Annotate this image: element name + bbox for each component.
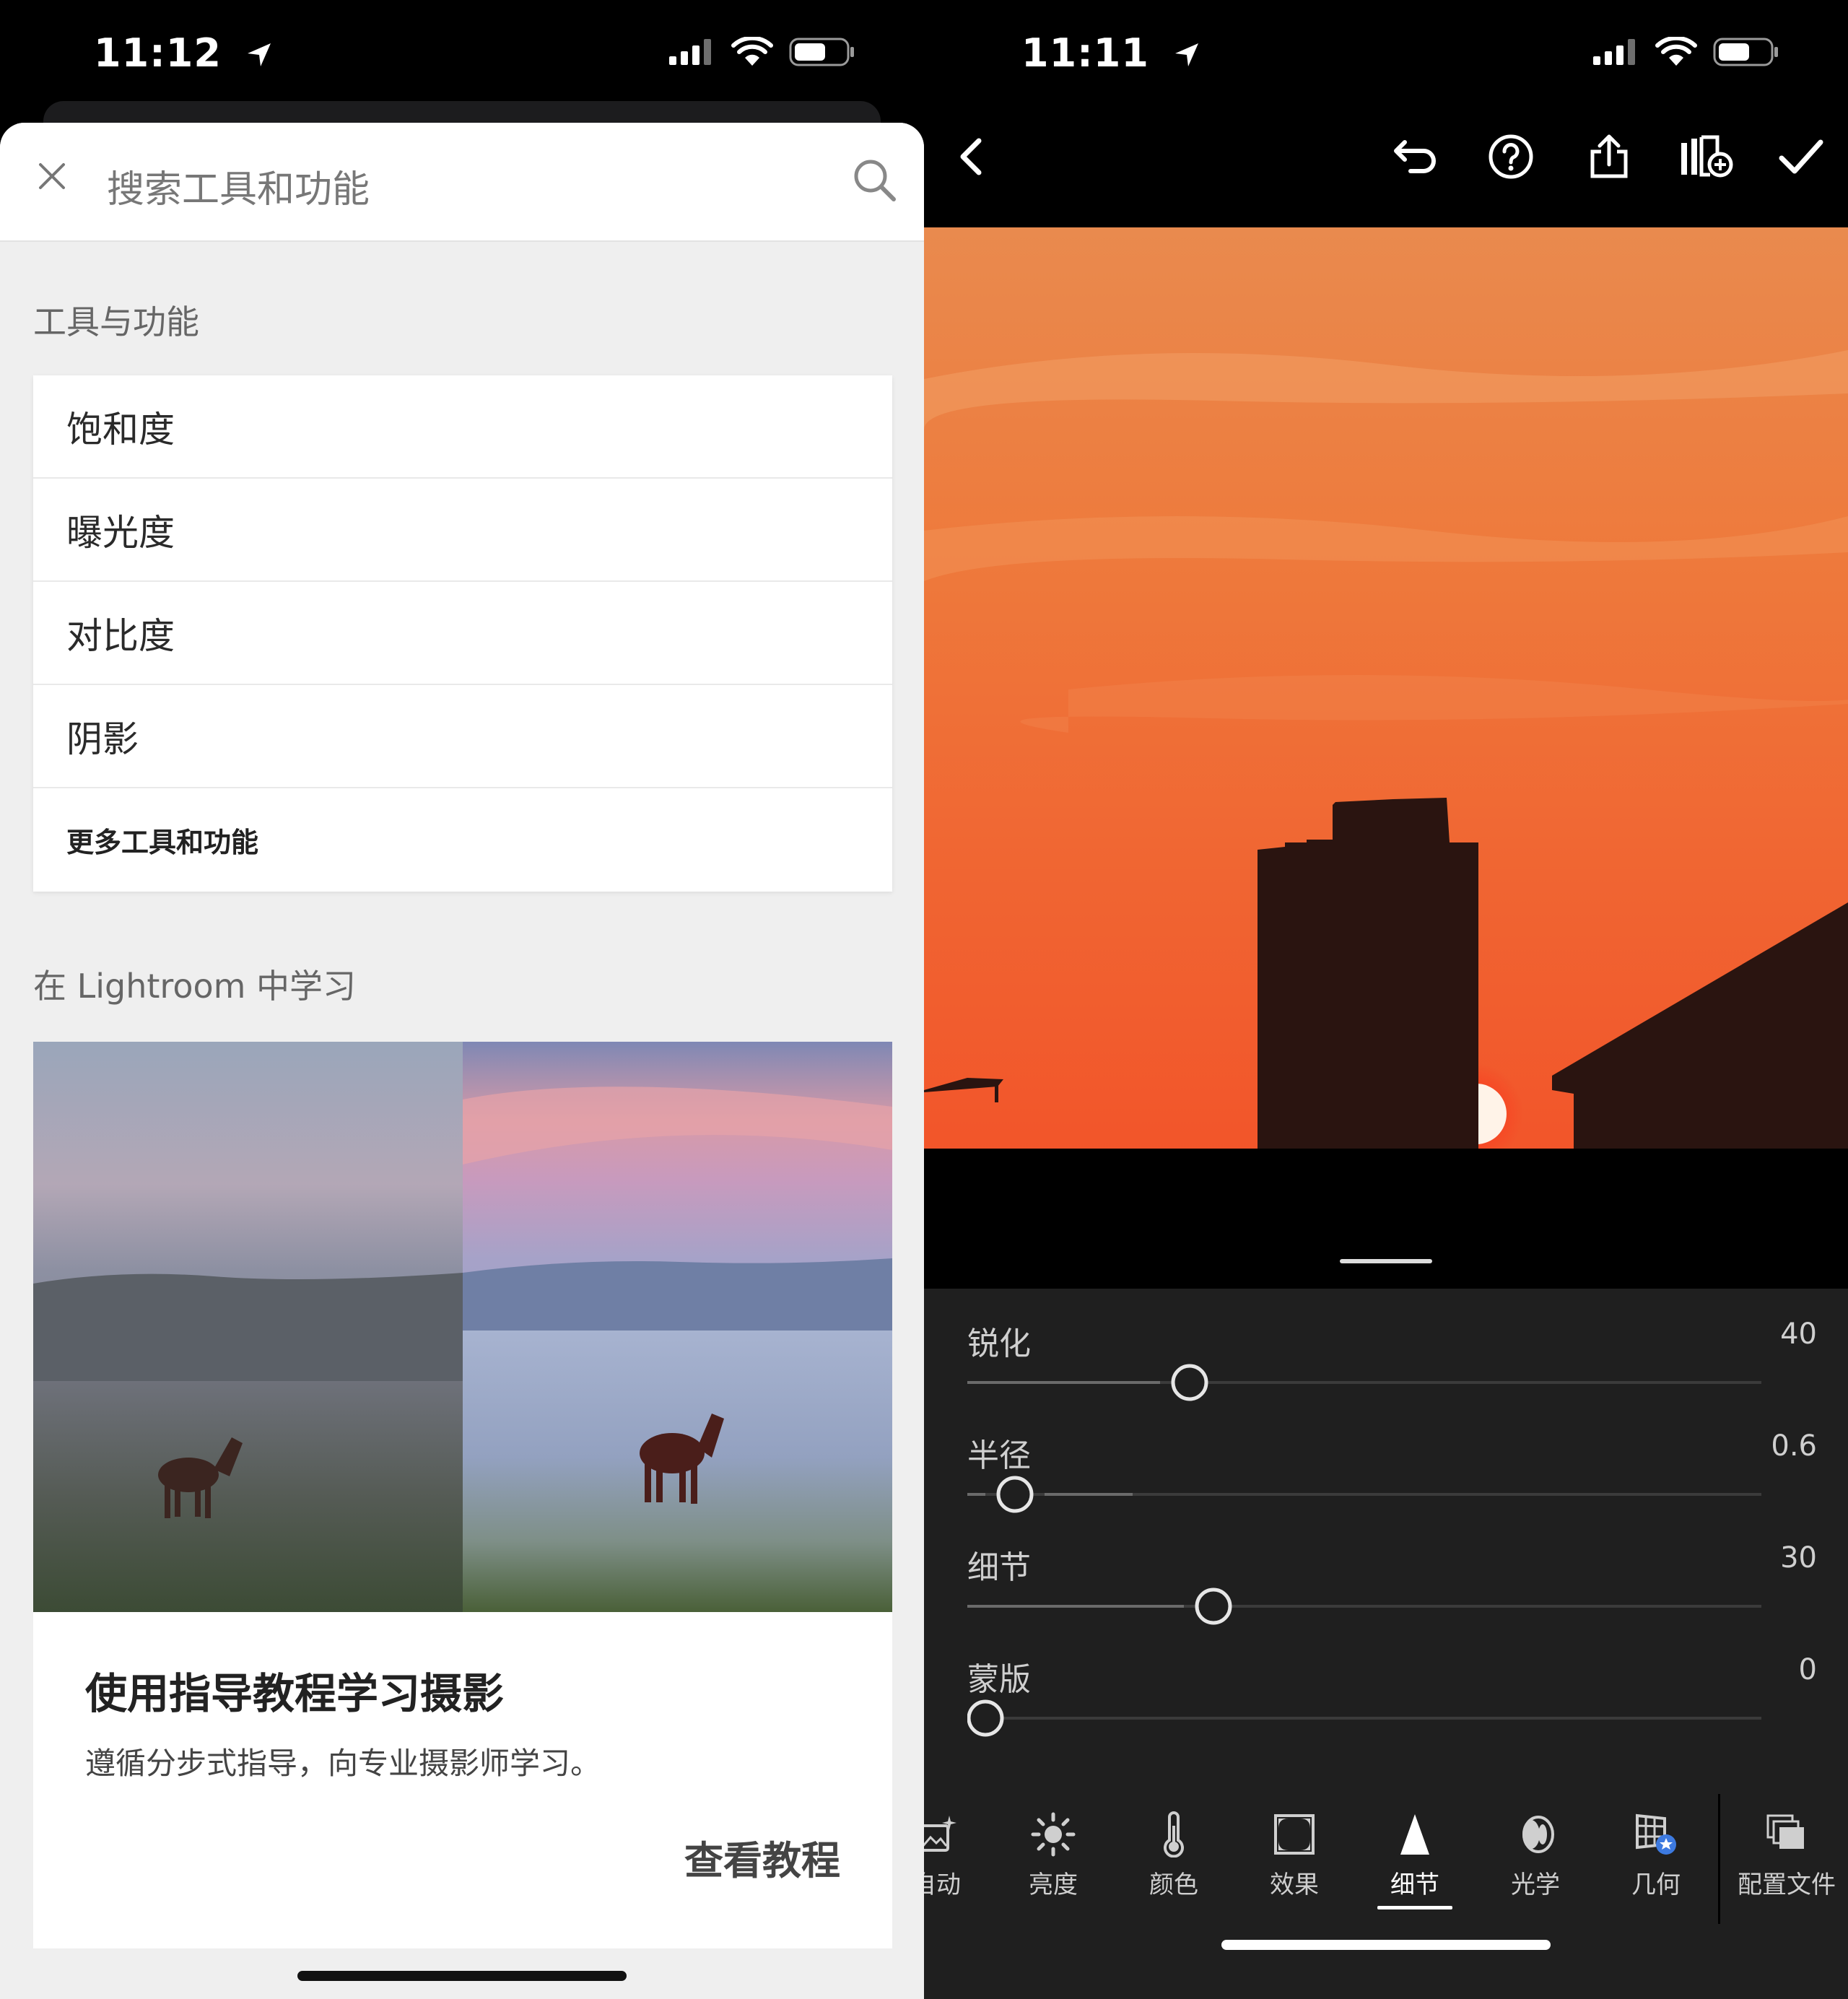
tool-item-saturation[interactable]: 饱和度 [33,375,892,479]
slider-thumb[interactable] [1197,1590,1230,1623]
back-icon[interactable] [938,124,1003,189]
help-icon[interactable] [1478,124,1543,189]
tools-section-title: 工具与功能 [33,296,199,344]
edit-screen: 11:11 [924,0,1848,1999]
slider-radius[interactable]: 半径 0.6 [967,1429,1808,1538]
detail-panel: 锐化 40 半径 0.6 细节 30 蒙版 0 [924,1289,1848,1794]
bottom-bar [924,1924,1848,1999]
tab-optics[interactable]: 光学 [1489,1810,1582,1900]
tab-auto[interactable]: 自动 [924,1810,983,1900]
wifi-icon [731,37,773,70]
after-photo [463,1042,892,1612]
before-photo [33,1042,463,1612]
cellular-signal-icon [669,38,715,69]
tab-effects[interactable]: 效果 [1247,1810,1341,1900]
wifi-icon [1655,37,1697,70]
battery-icon [1713,36,1779,71]
tab-label: 效果 [1247,1865,1341,1900]
search-input[interactable]: 搜索工具和功能 [107,159,370,213]
add-preset-icon[interactable] [1673,124,1738,189]
tools-list: 饱和度 曝光度 对比度 阴影 更多工具和功能 [33,375,892,892]
tab-label: 光学 [1489,1865,1582,1900]
active-tab-indicator [1377,1906,1452,1909]
tool-item-exposure[interactable]: 曝光度 [33,479,892,582]
status-bar: 11:12 [0,0,924,108]
tabs-divider [1718,1794,1720,1924]
tutorial-image [33,1042,892,1612]
triangle-icon [1368,1810,1462,1859]
slider-value: 40 [1780,1318,1817,1351]
status-time: 11:11 [1021,30,1149,76]
geometry-icon [1609,1810,1703,1859]
vignette-icon [1247,1810,1341,1859]
profiles-icon [1732,1810,1841,1859]
tutorial-description: 遵循分步式指导，向专业摄影师学习。 [85,1739,601,1783]
location-arrow-icon [245,33,274,79]
status-bar: 11:11 [924,0,1848,108]
tool-item-contrast[interactable]: 对比度 [33,582,892,685]
panel-grabber[interactable] [1340,1259,1432,1263]
slider-value: 30 [1780,1541,1817,1575]
tab-label: 自动 [924,1865,983,1900]
location-arrow-icon [1172,33,1201,79]
slider-track[interactable] [967,1585,1805,1628]
view-tutorial-button[interactable]: 查看教程 [684,1829,840,1886]
slider-detail[interactable]: 细节 30 [967,1541,1808,1650]
slider-masking[interactable]: 蒙版 0 [967,1653,1808,1761]
search-screen: 11:12 搜索工具和功能 工具 [0,0,924,1999]
search-icon[interactable] [852,157,898,206]
thermometer-icon [1127,1810,1221,1859]
tab-label: 几何 [1609,1865,1703,1900]
tab-label: 配置文件 [1732,1865,1841,1900]
slider-track[interactable] [967,1361,1805,1404]
more-tools-button[interactable]: 更多工具和功能 [33,788,892,892]
slider-label: 锐化 [967,1318,1031,1364]
tab-light[interactable]: 亮度 [1006,1810,1100,1900]
slider-value: 0 [1799,1653,1817,1686]
tab-detail[interactable]: 细节 [1368,1810,1462,1909]
auto-icon [924,1810,983,1859]
photo-canvas[interactable] [924,227,1848,1151]
tutorial-title: 使用指导教程学习摄影 [85,1660,504,1720]
done-icon[interactable] [1769,124,1834,189]
tab-label: 颜色 [1127,1865,1221,1900]
status-time: 11:12 [94,30,222,76]
slider-thumb[interactable] [1173,1366,1206,1399]
slider-thumb[interactable] [969,1702,1002,1735]
battery-icon [789,36,855,71]
slider-value: 0.6 [1771,1429,1817,1463]
search-bar: 搜索工具和功能 [0,123,924,242]
learn-section-title: 在 Lightroom 中学习 [33,960,356,1008]
search-sheet: 搜索工具和功能 工具与功能 饱和度 曝光度 对比度 阴影 更多工具和功能 在 L… [0,123,924,1999]
slider-thumb[interactable] [998,1478,1032,1511]
sun-icon [1006,1810,1100,1859]
slider-track[interactable] [967,1473,1805,1516]
tab-geometry[interactable]: 几何 [1609,1810,1703,1900]
slider-label: 细节 [967,1541,1031,1588]
tutorial-card[interactable]: 使用指导教程学习摄影 遵循分步式指导，向专业摄影师学习。 查看教程 [33,1042,892,1948]
home-indicator [297,1971,627,1981]
undo-icon[interactable] [1383,124,1448,189]
lens-icon [1489,1810,1582,1859]
tool-item-shadows[interactable]: 阴影 [33,685,892,788]
tab-label: 亮度 [1006,1865,1100,1900]
home-indicator [1221,1940,1551,1950]
tab-color[interactable]: 颜色 [1127,1810,1221,1900]
slider-sharpening[interactable]: 锐化 40 [967,1318,1808,1426]
close-icon[interactable] [38,162,66,193]
slider-label: 蒙版 [967,1653,1031,1699]
share-icon[interactable] [1577,124,1642,189]
edit-tabs: 自动 亮度 颜色 效果 细节 [924,1794,1848,1924]
slider-label: 半径 [967,1429,1031,1476]
cellular-signal-icon [1593,38,1639,69]
tab-profiles[interactable]: 配置文件 [1732,1810,1841,1900]
slider-track[interactable] [967,1697,1805,1740]
tab-label: 细节 [1368,1865,1462,1900]
edit-toolbar [924,108,1848,224]
